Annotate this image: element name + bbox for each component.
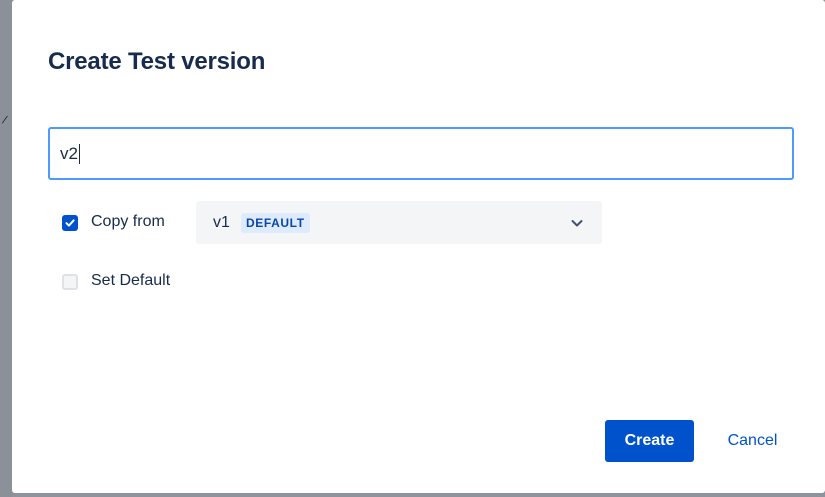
version-name-input[interactable]: v2 [48,127,794,180]
set-default-label: Set Default [91,272,171,289]
copy-from-checkbox[interactable] [62,215,78,231]
text-caret [78,143,80,164]
copy-from-label: Copy from [91,213,165,230]
check-icon [65,219,75,227]
background-overlay-bottom [12,493,825,497]
selected-version: v1 [213,214,230,231]
default-badge: DEFAULT [241,213,310,233]
background-overlay [0,0,12,497]
create-button[interactable]: Create [605,420,694,462]
chevron-down-icon [571,220,583,227]
dialog-title: Create Test version [48,48,266,75]
set-default-checkbox[interactable] [62,274,78,290]
cancel-button[interactable]: Cancel [708,420,797,462]
version-name-value: v2 [60,143,78,163]
copy-from-version-select[interactable]: v1 DEFAULT [196,201,602,244]
create-test-version-dialog: Create Test version v2 Copy from v1 DEFA… [12,0,825,493]
